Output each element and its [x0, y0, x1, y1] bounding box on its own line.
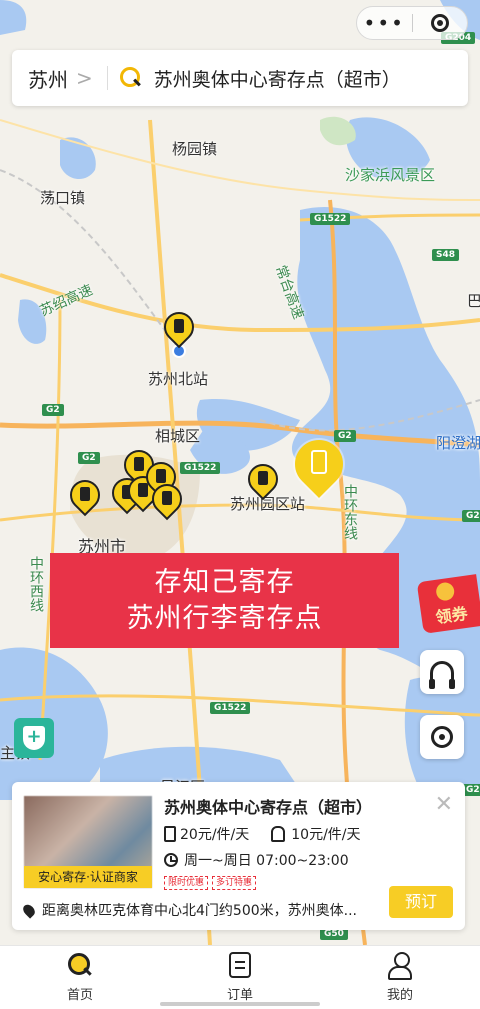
certified-badge: 安心寄存·认证商家 — [24, 866, 152, 888]
promo-banner: 存知己寄存 苏州行李寄存点 — [50, 553, 399, 648]
highway-shield: G2 — [462, 510, 480, 522]
search-input[interactable]: 苏州奥体中心寄存点（超市） — [154, 65, 401, 92]
map-label-zhonghuan-west: 中环西线 — [28, 556, 44, 612]
location-pin-icon — [20, 901, 38, 919]
more-icon[interactable]: ••• — [357, 8, 412, 38]
chevron-right-icon: > — [76, 66, 93, 90]
miniapp-capsule: ••• — [356, 6, 468, 40]
locate-icon — [431, 726, 453, 748]
store-hours: 周一~周日 07:00~23:00 — [184, 853, 349, 869]
tab-orders[interactable]: 订单 — [160, 946, 320, 1009]
tab-label: 订单 — [226, 988, 253, 1003]
storage-pin[interactable] — [157, 305, 201, 352]
storage-pin[interactable] — [241, 457, 285, 504]
shield-icon — [23, 726, 45, 750]
suitcase-icon — [164, 826, 176, 842]
city-selector[interactable]: 苏州 — [28, 64, 68, 93]
storage-pin[interactable] — [63, 473, 107, 520]
coupon-button[interactable]: 领券 — [416, 574, 480, 634]
headset-icon — [429, 661, 455, 689]
price-row: 20元/件/天 10元/件/天 — [164, 824, 361, 844]
search-icon — [119, 67, 142, 89]
banner-line-2: 苏州行李寄存点 — [126, 602, 323, 634]
map-label-shajiabang: 沙家浜风景区 — [345, 166, 436, 184]
bag-icon — [271, 826, 286, 842]
customer-service-button[interactable] — [420, 650, 464, 694]
price-large: 20元/件/天 — [180, 827, 250, 843]
selected-storage-pin[interactable] — [285, 430, 353, 510]
map-label-suzhou-north: 苏州北站 — [148, 370, 209, 388]
promo-tag: 多订特惠 — [212, 876, 257, 890]
order-icon — [229, 952, 251, 978]
map-label-yangyuan: 杨园镇 — [172, 140, 218, 158]
banner-line-1: 存知己寄存 — [154, 566, 295, 598]
coupon-label: 领券 — [434, 603, 469, 628]
map-label-dangkou: 荡口镇 — [40, 189, 86, 207]
close-icon[interactable]: ✕ — [435, 792, 453, 817]
promo-tags: 限时优惠 多订特惠 — [164, 876, 257, 890]
map-label-yangcheng-lake: 阳澄湖 — [436, 434, 480, 452]
highway-shield: G1522 — [210, 702, 251, 714]
storage-pin[interactable] — [145, 477, 189, 524]
store-card[interactable]: 安心寄存·认证商家 苏州奥体中心寄存点（超市） ✕ 20元/件/天 10元/件/… — [12, 782, 465, 930]
hours-row: 周一~周日 07:00~23:00 — [164, 850, 349, 870]
highway-shield: G1522 — [180, 462, 221, 474]
tab-home[interactable]: 首页 — [0, 946, 160, 1009]
highway-shield: S48 — [432, 249, 460, 261]
highway-shield: G2 — [78, 452, 100, 464]
book-button[interactable]: 预订 — [389, 886, 453, 918]
map-label-xiangcheng: 相城区 — [155, 427, 201, 445]
promo-tag: 限时优惠 — [164, 876, 209, 890]
clock-icon — [164, 853, 178, 867]
user-icon — [388, 952, 412, 980]
address-text: 距离奥林匹克体育中心北4门约500米，苏州奥体... — [42, 903, 357, 919]
highway-shield: G1522 — [310, 213, 351, 225]
tab-label: 首页 — [66, 988, 93, 1003]
home-indicator — [160, 1002, 320, 1006]
search-bar[interactable]: 苏州 > 苏州奥体中心寄存点（超市） — [12, 50, 468, 106]
map-label-edge-ba: 巴 — [467, 292, 480, 310]
home-search-icon — [67, 952, 93, 978]
safety-button[interactable] — [14, 718, 54, 758]
store-address: 距离奥林匹克体育中心北4门约500米，苏州奥体... — [20, 900, 357, 920]
highway-shield: G2 — [42, 404, 64, 416]
tab-bar: 首页 订单 我的 — [0, 945, 480, 1009]
tab-label: 我的 — [386, 988, 413, 1003]
tab-me[interactable]: 我的 — [320, 946, 480, 1009]
close-miniapp-icon[interactable] — [413, 14, 468, 32]
store-title: 苏州奥体中心寄存点（超市） — [164, 798, 373, 817]
locate-button[interactable] — [420, 715, 464, 759]
price-small: 10元/件/天 — [291, 827, 361, 843]
